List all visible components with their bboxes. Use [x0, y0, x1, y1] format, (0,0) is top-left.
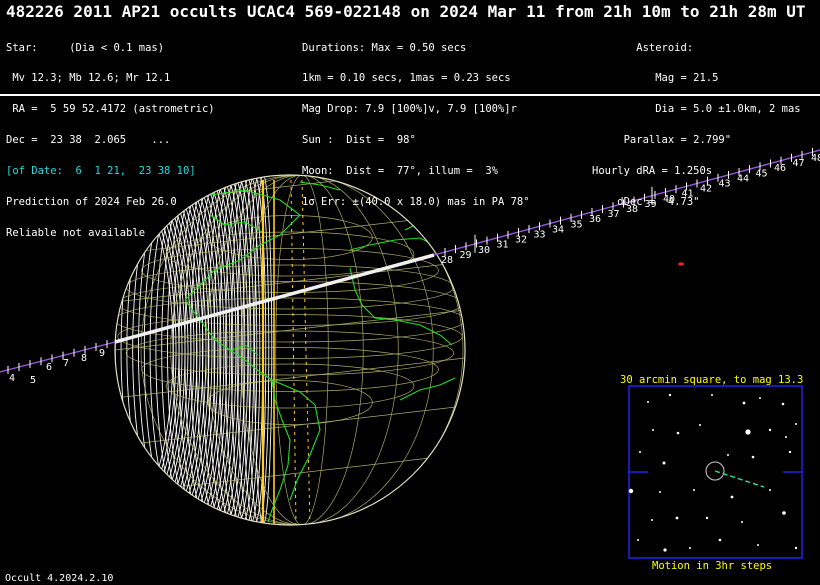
- durations-line: 1km = 0.10 secs, 1mas = 0.23 secs: [302, 72, 511, 85]
- track-time-label: 34: [552, 224, 564, 235]
- track-time-label: 9: [99, 348, 105, 359]
- star: [651, 519, 653, 521]
- star-info-block: Star: (Dia < 0.1 mas) Mv 12.3; Mb 12.6; …: [6, 22, 215, 259]
- star: [647, 401, 649, 403]
- star: [788, 450, 792, 454]
- inset-caption-bottom: Motion in 3hr steps: [652, 560, 773, 572]
- asteroid-info-block: Asteroid: Mag = 21.5 Dia = 5.0 ±1.0km, 2…: [592, 22, 801, 228]
- star: [637, 539, 639, 541]
- star-line-of-date: [of Date: 6 1 21, 23 38 10]: [6, 165, 196, 178]
- track-time-label: 8: [81, 353, 87, 364]
- durations-block: Durations: Max = 0.50 secs 1km = 0.10 se…: [302, 22, 530, 228]
- track-time-label: 28: [441, 255, 453, 266]
- coastline: [399, 377, 456, 401]
- track-time-label: 35: [571, 219, 583, 230]
- star: [652, 429, 654, 431]
- star: [759, 397, 761, 399]
- inset-frame: [628, 385, 803, 559]
- star: [639, 451, 641, 453]
- red-marker: [678, 262, 684, 266]
- star: [795, 423, 797, 425]
- track-time-label: 6: [46, 362, 52, 373]
- star: [768, 428, 772, 432]
- star: [769, 489, 771, 491]
- track-time-label: 33: [534, 230, 546, 241]
- star-line: Mv 12.3; Mb 12.6; Mr 12.1: [6, 72, 171, 85]
- track-time-label: 7: [63, 358, 69, 369]
- track-time-label: 5: [30, 375, 36, 386]
- durations-line: Sun : Dist = 98°: [302, 134, 416, 147]
- durations-line: Durations: Max = 0.50 secs: [302, 41, 467, 54]
- star: [718, 538, 722, 542]
- track-time-label: 29: [460, 250, 472, 261]
- track-time-label: 32: [515, 235, 527, 246]
- star: [730, 495, 734, 499]
- star: [699, 424, 701, 426]
- star: [693, 489, 695, 491]
- asteroid-line: Hourly dRA = 1.250s: [592, 165, 713, 178]
- star: [689, 547, 691, 549]
- durations-line: Moon: Dist = 77°, illum = 3%: [302, 165, 498, 178]
- star-line: RA = 5 59 52.4172 (astrometric): [6, 103, 215, 116]
- star-line: Reliable not available: [6, 226, 146, 239]
- header-divider: [0, 94, 820, 96]
- star: [675, 516, 679, 520]
- track-time-label: 30: [478, 245, 490, 256]
- star: [745, 429, 751, 435]
- software-version: Occult 4.2024.2.10: [5, 573, 114, 584]
- latitude-line: [165, 363, 415, 409]
- star: [711, 394, 713, 396]
- star: [742, 401, 746, 405]
- latitude-line: [141, 347, 439, 392]
- track-line-left: [0, 341, 116, 373]
- star: [785, 436, 787, 438]
- star: [668, 393, 672, 397]
- star: [659, 491, 661, 493]
- track-time-label: 48: [811, 153, 820, 164]
- star: [794, 546, 798, 550]
- track-time-label: 31: [497, 240, 509, 251]
- coastline: [349, 237, 453, 263]
- star: [705, 516, 709, 520]
- star: [676, 431, 680, 435]
- star: [782, 511, 786, 515]
- star-line: Prediction of 2024 Feb 26.0: [6, 196, 177, 209]
- asteroid-line: Mag = 21.5: [592, 72, 719, 85]
- event-title: 482226 2011 AP21 occults UCAC4 569-02214…: [6, 2, 806, 21]
- occultation-map: 4 5 6 7 8 9 28 29 30 31 32 33 34 35 36 37 38 39 40 41 42 43 44…: [0, 0, 820, 585]
- asteroid-line: Asteroid:: [592, 41, 694, 54]
- asteroid-line: dDec = 4.73": [592, 196, 700, 209]
- star-chart-inset: [628, 385, 803, 559]
- star: [751, 455, 755, 459]
- star-line: Dec = 23 38 2.065 ...: [6, 134, 171, 147]
- star: [628, 488, 634, 494]
- track-time-label: 4: [9, 373, 15, 384]
- star: [781, 402, 785, 406]
- star: [663, 548, 667, 552]
- star: [662, 461, 666, 465]
- star-line: Star: (Dia < 0.1 mas): [6, 41, 165, 54]
- durations-line: Mag Drop: 7.9 [100%]v, 7.9 [100%]r: [302, 103, 517, 116]
- latitude-line: [117, 314, 463, 359]
- star: [757, 544, 759, 546]
- star: [741, 521, 743, 523]
- durations-line: 1σ Err: ±(40.0 x 18.0) mas in PA 78°: [302, 196, 530, 209]
- latitude-line: [117, 281, 463, 326]
- asteroid-line: Parallax = 2.799": [592, 134, 732, 147]
- star: [727, 454, 729, 456]
- inset-caption-top: 30 arcmin square, to mag 13.3: [620, 374, 804, 386]
- asteroid-line: Dia = 5.0 ±1.0km, 2 mas: [592, 103, 801, 116]
